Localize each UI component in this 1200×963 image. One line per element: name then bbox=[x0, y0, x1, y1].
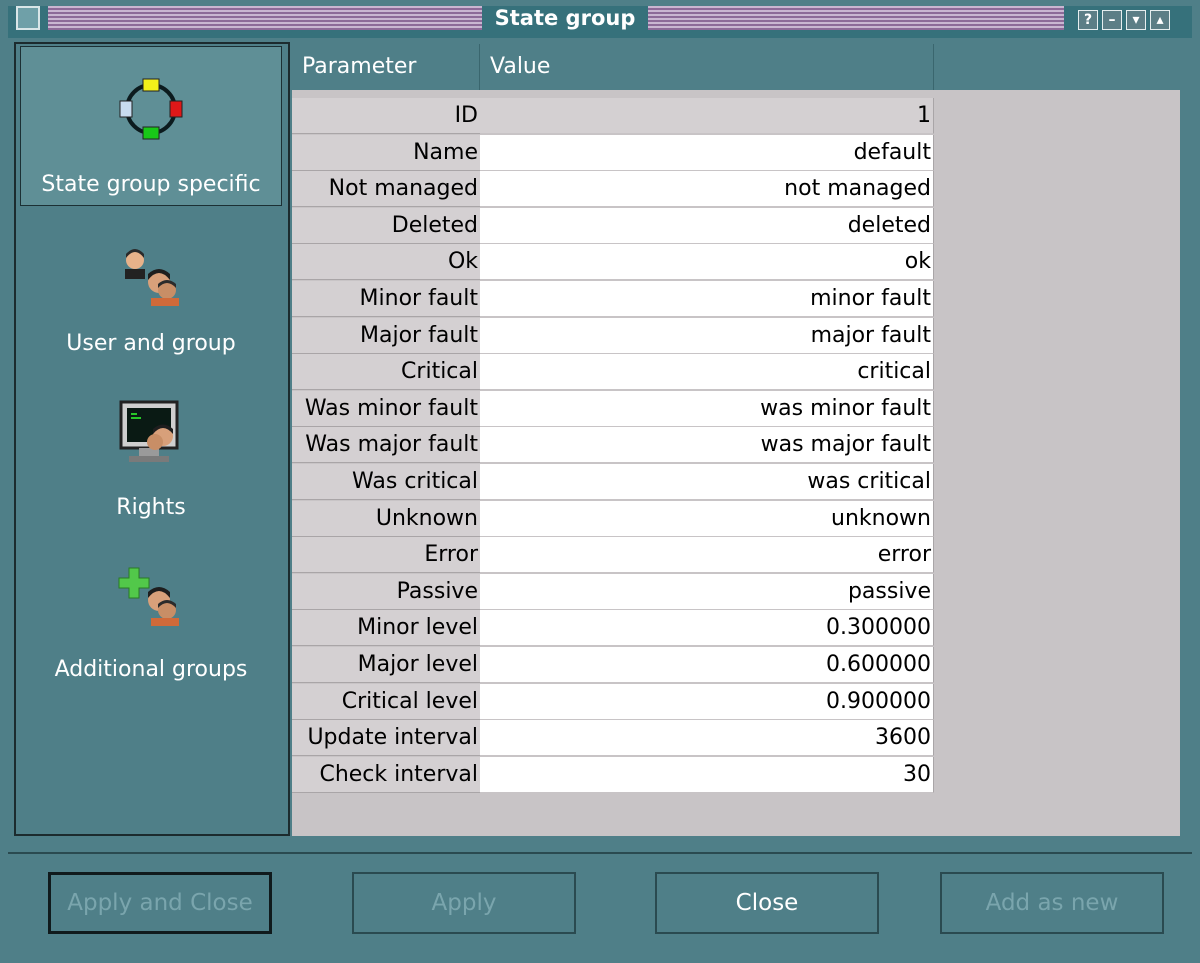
sidebar-item-rights[interactable]: Rights bbox=[20, 394, 282, 534]
value-cell[interactable]: unknown bbox=[480, 500, 934, 537]
apply-and-close-button[interactable]: Apply and Close bbox=[48, 872, 272, 934]
value-cell[interactable]: major fault bbox=[480, 317, 934, 354]
parameter-cell: Critical level bbox=[292, 683, 480, 720]
parameter-cell: Name bbox=[292, 134, 480, 171]
window-menu-button[interactable] bbox=[16, 6, 40, 30]
value-cell[interactable]: 30 bbox=[480, 756, 934, 793]
window-title: State group bbox=[494, 6, 636, 30]
add-as-new-button[interactable]: Add as new bbox=[940, 872, 1164, 934]
parameter-cell: Major level bbox=[292, 647, 480, 683]
table-row[interactable]: Minor level 0.300000 bbox=[292, 610, 934, 647]
parameter-cell: Ok bbox=[292, 244, 480, 281]
add-group-icon bbox=[118, 567, 179, 626]
value-cell[interactable]: 0.300000 bbox=[480, 610, 934, 647]
sidebar: State group specific User and group Righ… bbox=[14, 42, 290, 836]
table-row[interactable]: Critical level 0.900000 bbox=[292, 683, 934, 720]
value-cell[interactable]: was major fault bbox=[480, 427, 934, 464]
table-header: Parameter Value bbox=[292, 44, 1180, 90]
value-cell[interactable]: deleted bbox=[480, 207, 934, 244]
parameter-cell: Check interval bbox=[292, 756, 480, 793]
minimize-button[interactable]: – bbox=[1102, 10, 1122, 30]
table-row[interactable]: Deleted deleted bbox=[292, 207, 934, 244]
value-cell[interactable]: passive bbox=[480, 573, 934, 610]
table-row[interactable]: Critical critical bbox=[292, 354, 934, 391]
column-header-parameter[interactable]: Parameter bbox=[292, 44, 480, 90]
rights-icon bbox=[119, 400, 179, 462]
table-row[interactable]: Was major fault was major fault bbox=[292, 427, 934, 464]
parameter-cell: Was minor fault bbox=[292, 390, 480, 427]
value-cell[interactable]: 3600 bbox=[480, 720, 934, 757]
separator bbox=[8, 852, 1192, 854]
value-cell[interactable]: 0.900000 bbox=[480, 683, 934, 720]
table-row[interactable]: ID 1 bbox=[292, 98, 934, 134]
parameter-cell: Was major fault bbox=[292, 427, 480, 464]
table-row[interactable]: Ok ok bbox=[292, 244, 934, 281]
value-cell[interactable]: was critical bbox=[480, 464, 934, 500]
table-row[interactable]: Was minor fault was minor fault bbox=[292, 390, 934, 427]
shade-up-button[interactable]: ▴ bbox=[1150, 10, 1170, 30]
table-row[interactable]: Minor fault minor fault bbox=[292, 281, 934, 317]
sidebar-item-user-and-group[interactable]: User and group bbox=[20, 234, 282, 374]
sidebar-item-label: Rights bbox=[116, 495, 186, 520]
state-group-icon bbox=[119, 78, 183, 140]
value-cell[interactable]: critical bbox=[480, 354, 934, 391]
table-row[interactable]: Was critical was critical bbox=[292, 464, 934, 500]
parameter-cell: Unknown bbox=[292, 500, 480, 537]
parameter-cell: Passive bbox=[292, 573, 480, 610]
value-cell[interactable]: not managed bbox=[480, 171, 934, 208]
table-row[interactable]: Major fault major fault bbox=[292, 317, 934, 354]
value-cell[interactable]: was minor fault bbox=[480, 390, 934, 427]
table-row[interactable]: Major level 0.600000 bbox=[292, 647, 934, 683]
value-cell[interactable]: error bbox=[480, 537, 934, 574]
value-cell[interactable]: minor fault bbox=[480, 281, 934, 317]
state-group-window: State group ? – ▾ ▴ State group specific bbox=[0, 0, 1200, 963]
apply-button[interactable]: Apply bbox=[352, 872, 576, 934]
parameter-cell: Not managed bbox=[292, 171, 480, 208]
table-row[interactable]: Unknown unknown bbox=[292, 500, 934, 537]
value-cell: 1 bbox=[480, 98, 934, 134]
column-header-value[interactable]: Value bbox=[480, 44, 934, 90]
parameter-table[interactable]: Parameter Value ID 1 Name default Not manage… bbox=[292, 44, 1180, 836]
table-row[interactable]: Check interval 30 bbox=[292, 756, 934, 793]
help-button[interactable]: ? bbox=[1078, 10, 1098, 30]
sidebar-item-additional-groups[interactable]: Additional groups bbox=[20, 556, 282, 696]
table-row[interactable]: Update interval 3600 bbox=[292, 720, 934, 757]
sidebar-item-state-group-specific[interactable]: State group specific bbox=[20, 46, 282, 206]
parameter-cell: Minor fault bbox=[292, 281, 480, 317]
close-button[interactable]: Close bbox=[655, 872, 879, 934]
value-cell[interactable]: default bbox=[480, 134, 934, 171]
parameter-cell: ID bbox=[292, 98, 480, 134]
parameter-cell: Was critical bbox=[292, 464, 480, 500]
table-row[interactable]: Passive passive bbox=[292, 573, 934, 610]
value-cell[interactable]: ok bbox=[480, 244, 934, 281]
title-stripes-left bbox=[48, 6, 482, 30]
parameter-cell: Error bbox=[292, 537, 480, 574]
table-row[interactable]: Name default bbox=[292, 134, 934, 171]
table-row[interactable]: Error error bbox=[292, 537, 934, 574]
sidebar-item-label: State group specific bbox=[41, 172, 261, 197]
sidebar-item-label: User and group bbox=[66, 331, 236, 356]
parameter-cell: Deleted bbox=[292, 207, 480, 244]
table-row[interactable]: Not managed not managed bbox=[292, 171, 934, 208]
title-stripes-right bbox=[648, 6, 1064, 30]
parameter-cell: Major fault bbox=[292, 317, 480, 354]
shade-down-button[interactable]: ▾ bbox=[1126, 10, 1146, 30]
users-icon bbox=[125, 249, 179, 306]
column-header-empty bbox=[934, 44, 1180, 90]
parameter-cell: Critical bbox=[292, 354, 480, 391]
value-cell[interactable]: 0.600000 bbox=[480, 647, 934, 683]
parameter-cell: Minor level bbox=[292, 610, 480, 647]
sidebar-item-label: Additional groups bbox=[54, 657, 248, 682]
parameter-cell: Update interval bbox=[292, 720, 480, 757]
